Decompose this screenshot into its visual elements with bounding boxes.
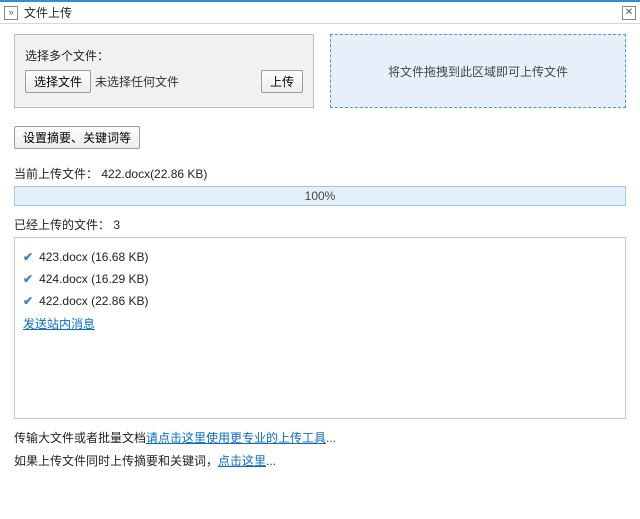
expand-icon[interactable]: » <box>4 6 18 20</box>
progress-bar: 100% <box>14 186 626 206</box>
current-filename: 422.docx(22.86 KB) <box>101 167 207 181</box>
file-item: ✔ 422.docx (22.86 KB) <box>23 290 617 312</box>
uploaded-count: 3 <box>113 218 120 232</box>
current-prefix: 当前上传文件： <box>14 167 98 181</box>
current-upload-row: 当前上传文件： 422.docx(22.86 KB) <box>14 165 626 182</box>
uploaded-label: 已经上传的文件： 3 <box>14 216 626 233</box>
progress-text: 100% <box>305 189 336 203</box>
file-name: 422.docx (22.86 KB) <box>39 294 148 308</box>
check-icon: ✔ <box>23 272 33 286</box>
footer-notes: 传输大文件或者批量文档请点击这里使用更专业的上传工具... 如果上传文件同时上传… <box>14 427 626 473</box>
choose-file-button[interactable]: 选择文件 <box>25 70 91 93</box>
check-icon: ✔ <box>23 250 33 264</box>
choose-label: 选择多个文件： <box>25 47 303 64</box>
set-metadata-button[interactable]: 设置摘要、关键词等 <box>14 126 140 149</box>
dropzone-text: 将文件拖拽到此区域即可上传文件 <box>388 63 568 80</box>
file-name: 423.docx (16.68 KB) <box>39 250 148 264</box>
top-row: 选择多个文件： 选择文件 未选择任何文件 上传 将文件拖拽到此区域即可上传文件 <box>14 34 626 108</box>
choose-status-text: 未选择任何文件 <box>95 73 179 90</box>
footer-line1-link[interactable]: 请点击这里使用更专业的上传工具 <box>146 431 326 445</box>
uploaded-prefix: 已经上传的文件： <box>14 218 110 232</box>
upload-panel: 选择多个文件： 选择文件 未选择任何文件 上传 <box>14 34 314 108</box>
footer-dots: ... <box>266 454 276 468</box>
check-icon: ✔ <box>23 294 33 308</box>
dropzone[interactable]: 将文件拖拽到此区域即可上传文件 <box>330 34 626 108</box>
footer-line2-pre: 如果上传文件同时上传摘要和关键词， <box>14 454 218 468</box>
send-message-link[interactable]: 发送站内消息 <box>23 315 95 332</box>
window-title: 文件上传 <box>24 4 622 21</box>
uploaded-file-list[interactable]: ✔ 423.docx (16.68 KB) ✔ 424.docx (16.29 … <box>14 237 626 419</box>
file-item: ✔ 424.docx (16.29 KB) <box>23 268 617 290</box>
close-icon[interactable]: ✕ <box>622 6 636 20</box>
file-item: ✔ 423.docx (16.68 KB) <box>23 246 617 268</box>
upload-button[interactable]: 上传 <box>261 70 303 93</box>
file-name: 424.docx (16.29 KB) <box>39 272 148 286</box>
titlebar: » 文件上传 ✕ <box>0 0 640 24</box>
footer-dots: ... <box>326 431 336 445</box>
footer-line2-link[interactable]: 点击这里 <box>218 454 266 468</box>
footer-line1-pre: 传输大文件或者批量文档 <box>14 431 146 445</box>
